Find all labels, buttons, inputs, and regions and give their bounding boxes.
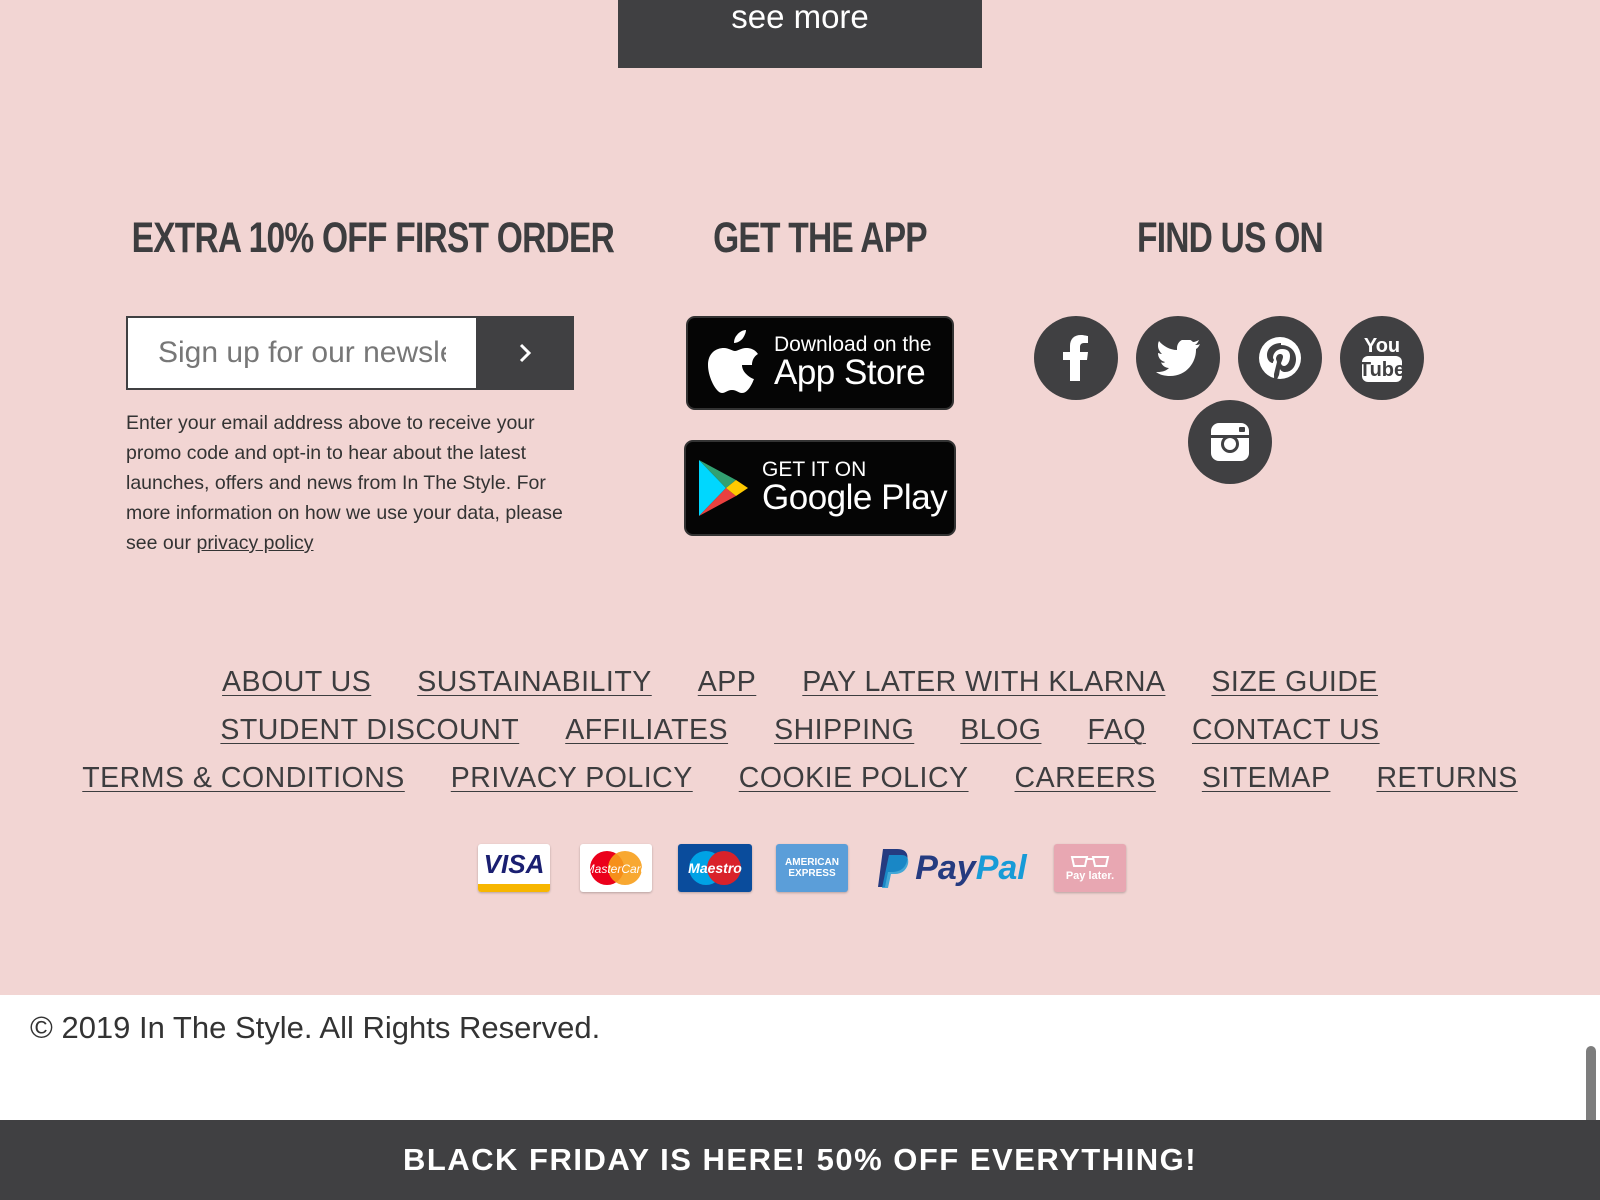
- paypal-logo: Pay Pal: [872, 844, 1032, 892]
- app-store-small-text: Download on the: [774, 333, 932, 357]
- footer-link-careers[interactable]: CAREERS: [1015, 762, 1156, 795]
- mastercard-logo: MasterCard: [580, 844, 652, 892]
- youtube-link[interactable]: You Tube: [1340, 316, 1424, 400]
- pinterest-link[interactable]: [1238, 316, 1322, 400]
- google-play-small-text: GET IT ON: [762, 458, 867, 482]
- footer-links-row-3: TERMS & CONDITIONS PRIVACY POLICY COOKIE…: [0, 762, 1600, 795]
- mastercard-text: MasterCard: [585, 862, 648, 876]
- pinterest-icon: [1259, 337, 1301, 381]
- apple-icon: [708, 330, 758, 393]
- google-play-badge[interactable]: GET IT ON Google Play: [684, 440, 956, 536]
- mastercard-circles: MasterCard: [585, 851, 648, 885]
- footer-link-sitemap[interactable]: SITEMAP: [1202, 762, 1331, 795]
- visa-logo: VISA: [478, 844, 550, 892]
- footer-links-row-2: STUDENT DISCOUNT AFFILIATES SHIPPING BLO…: [0, 714, 1600, 747]
- footer-link-returns[interactable]: RETURNS: [1376, 762, 1517, 795]
- newsletter-form: [126, 316, 574, 390]
- paypal-pal-text: Pal: [975, 848, 1027, 887]
- visa-text: VISA: [483, 848, 545, 879]
- instagram-icon: [1211, 423, 1249, 461]
- footer-link-size-guide[interactable]: SIZE GUIDE: [1211, 666, 1378, 699]
- app-store-text: Download on the App Store: [774, 334, 932, 392]
- footer-link-about-us[interactable]: ABOUT US: [222, 666, 371, 699]
- footer-link-app[interactable]: APP: [698, 666, 757, 699]
- footer-link-privacy-policy[interactable]: PRIVACY POLICY: [451, 762, 693, 795]
- maestro-circles: Maestro: [688, 851, 742, 885]
- footer-link-sustainability[interactable]: SUSTAINABILITY: [417, 666, 652, 699]
- footer-links-row-1: ABOUT US SUSTAINABILITY APP PAY LATER WI…: [0, 666, 1600, 699]
- app-store-badge[interactable]: Download on the App Store: [686, 316, 954, 410]
- promo-banner[interactable]: BLACK FRIDAY IS HERE! 50% OFF EVERYTHING…: [0, 1120, 1600, 1200]
- footer-link-affiliates[interactable]: AFFILIATES: [565, 714, 728, 747]
- footer-link-terms[interactable]: TERMS & CONDITIONS: [82, 762, 405, 795]
- disclaimer-text: Enter your email address above to receiv…: [126, 412, 563, 554]
- chevron-right-icon: [519, 343, 532, 363]
- google-play-icon: [699, 460, 748, 516]
- newsletter-submit-button[interactable]: [476, 316, 574, 390]
- app-heading: GET THE APP: [713, 214, 928, 262]
- footer-link-blog[interactable]: BLOG: [960, 714, 1041, 747]
- paypal-icon: [878, 849, 909, 888]
- sunglasses-icon: [1070, 856, 1110, 867]
- footer-link-shipping[interactable]: SHIPPING: [774, 714, 914, 747]
- facebook-link[interactable]: [1034, 316, 1118, 400]
- footer-link-cookie-policy[interactable]: COOKIE POLICY: [739, 762, 969, 795]
- youtube-icon: You Tube: [1360, 335, 1404, 382]
- copyright-text: © 2019 In The Style. All Rights Reserved…: [30, 1010, 601, 1045]
- youtube-bottom-text: Tube: [1360, 359, 1404, 381]
- footer-link-student-discount[interactable]: STUDENT DISCOUNT: [220, 714, 519, 747]
- privacy-policy-link[interactable]: privacy policy: [196, 532, 313, 554]
- newsletter-email-input[interactable]: [126, 316, 476, 390]
- social-heading: FIND US ON: [1136, 214, 1324, 262]
- newsletter-disclaimer: Enter your email address above to receiv…: [126, 408, 576, 558]
- footer-link-contact-us[interactable]: CONTACT US: [1192, 714, 1380, 747]
- amex-logo: AMERICAN EXPRESS: [776, 844, 848, 892]
- youtube-top-text: You: [1364, 335, 1400, 357]
- google-play-big-text: Google Play: [762, 478, 948, 518]
- maestro-text: Maestro: [688, 860, 742, 876]
- see-more-button[interactable]: see more: [618, 0, 982, 68]
- facebook-icon: [1063, 335, 1088, 381]
- twitter-link[interactable]: [1136, 316, 1220, 400]
- amex-text: AMERICAN EXPRESS: [785, 857, 839, 879]
- twitter-icon: [1156, 340, 1200, 376]
- footer-link-faq[interactable]: FAQ: [1087, 714, 1146, 747]
- instagram-link[interactable]: [1188, 400, 1272, 484]
- klarna-text: Pay later.: [1065, 870, 1115, 882]
- klarna-logo: Pay later.: [1054, 844, 1126, 892]
- google-play-text: GET IT ON Google Play: [762, 458, 948, 518]
- app-store-big-text: App Store: [774, 353, 926, 393]
- newsletter-heading: EXTRA 10% OFF FIRST ORDER: [131, 214, 615, 262]
- footer-link-klarna[interactable]: PAY LATER WITH KLARNA: [802, 666, 1165, 699]
- visa-stripe: [478, 884, 550, 892]
- paypal-pay-text: Pay: [915, 848, 976, 887]
- maestro-logo: Maestro: [678, 844, 752, 892]
